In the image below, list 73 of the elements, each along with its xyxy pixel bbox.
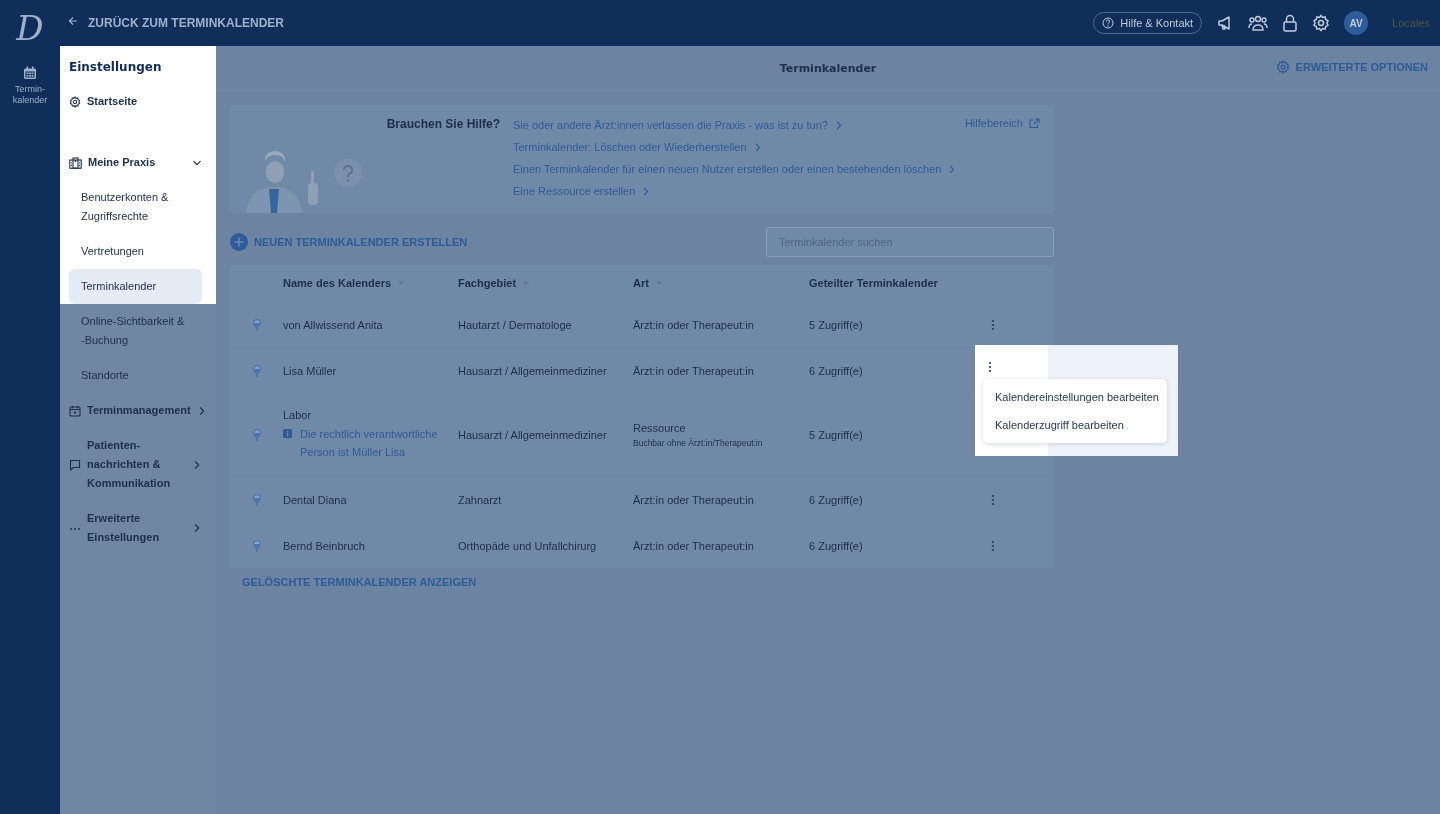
chevron-icon — [835, 121, 842, 130]
table-cell-text: Ärzt:in oder Therapeut:in — [633, 493, 755, 506]
help-icon — [1102, 17, 1115, 29]
chat-icon — [69, 458, 81, 471]
plus-icon — [230, 233, 248, 251]
table-cell-text: Hausarzt / Allgemeinmediziner — [458, 364, 608, 377]
logo: D — [16, 8, 44, 48]
more-options-icon[interactable] — [991, 493, 995, 506]
column-header[interactable]: Geteilter Terminkalender — [809, 277, 975, 289]
table-cell-text: 6 Zugriff(e) — [809, 364, 864, 377]
page-title: Terminkalender — [779, 61, 877, 75]
pin-icon — [252, 364, 261, 377]
calendar-icon — [23, 66, 37, 80]
column-header[interactable]: Name des Kalenders — [283, 277, 458, 289]
sidebar-item[interactable]: Standorte — [69, 358, 202, 393]
back-link[interactable]: ZURÜCK ZUM TERMINKALENDER — [68, 16, 284, 30]
info-icon — [283, 429, 292, 438]
sidebar-title: Einstellungen — [60, 46, 216, 84]
chevron-icon — [949, 165, 956, 174]
more-options-icon[interactable] — [991, 318, 995, 331]
calendar-icon — [69, 404, 81, 417]
rail-nav-item[interactable]: Termin-kalender — [8, 66, 52, 106]
settings-icon — [1275, 60, 1290, 74]
table-cell-text: Bernd Beinbruch — [283, 539, 366, 552]
table-cell-text: 6 Zugriff(e) — [809, 539, 864, 552]
column-header[interactable]: Art — [633, 277, 809, 289]
back-arrow-icon — [68, 16, 78, 26]
sidebar-section[interactable]: Erweiterte Einstellungen — [69, 501, 202, 555]
table-cell-text: 6 Zugriff(e) — [809, 493, 864, 506]
pin-icon — [252, 318, 261, 331]
building-icon — [69, 156, 82, 169]
help-link[interactable]: Eine Ressource erstellen — [513, 183, 956, 199]
type-note: Buchbar ohne Ärzt:in/Therapeut:in — [633, 438, 764, 448]
chevron-icon — [643, 187, 650, 196]
sidebar-section[interactable]: Patienten-nachrichten & Kommunikation — [69, 428, 202, 501]
table-cell-text: Ressource — [633, 422, 687, 434]
table-cell-text: Lisa Müller — [283, 364, 338, 377]
table-cell-text: Orthopäde und Unfallchirurg — [458, 539, 598, 552]
pin-icon — [252, 539, 261, 552]
table-cell-text: Dental Diana — [283, 493, 348, 506]
help-link[interactable]: Terminkalender: Löschen oder Wiederherstellen — [513, 139, 956, 155]
external-link-icon — [1029, 117, 1040, 129]
help-link[interactable]: Einen Terminkalender für einen neuen Nutzer erstellen oder einen bestehenden löschen — [513, 161, 956, 177]
table-cell-text: Labor — [283, 409, 313, 421]
pin-icon — [252, 429, 261, 441]
user-avatar[interactable]: AV — [1344, 11, 1369, 35]
help-link[interactable]: Sie oder andere Ärzt:innen verlassen die Praxis - was ist zu tun? — [513, 117, 956, 133]
table-cell-text: Zahnarzt — [458, 493, 503, 506]
sidebar-item[interactable]: Online-Sichtbarkeit & -Buchung — [69, 304, 202, 358]
settings-icon[interactable] — [1312, 14, 1331, 32]
more-options-icon[interactable] — [991, 539, 995, 552]
table-cell-text: Hautarzt / Dermatologe — [458, 318, 573, 331]
table-cell-text: Ärzt:in oder Therapeut:in — [633, 364, 755, 377]
table-cell-text: von Allwissend Anita — [283, 318, 384, 331]
help-heading: Brauchen Sie Hilfe? — [386, 117, 500, 131]
chevron-icon — [754, 143, 761, 152]
table-cell-text: 5 Zugriff(e) — [809, 318, 864, 331]
table-cell-text: 5 Zugriff(e) — [809, 429, 864, 441]
more-options-icon[interactable] — [988, 360, 992, 373]
sidebar-item[interactable]: Terminkalender — [69, 269, 202, 304]
menu-item[interactable]: Kalenderzugriff bearbeiten — [983, 410, 1167, 439]
responsible-person-link[interactable]: Die rechtlich verantwortliche Person ist Müller Lisa — [300, 425, 440, 461]
users-icon[interactable] — [1248, 14, 1269, 32]
sidebar-section[interactable]: Terminmanagement — [69, 393, 202, 428]
pin-icon — [252, 493, 261, 506]
table-cell-text: Ärzt:in oder Therapeut:in — [633, 318, 755, 331]
table-cell-text: Hausarzt / Allgemeinmediziner — [458, 429, 608, 441]
column-header[interactable]: Fachgebiet — [458, 277, 633, 289]
menu-item[interactable]: Kalendereinstellungen bearbeiten — [983, 382, 1167, 411]
help-area-link[interactable]: Hilfebereich — [964, 117, 1040, 129]
table-cell-text: Ärzt:in oder Therapeut:in — [633, 539, 755, 552]
lock-icon[interactable] — [1282, 14, 1299, 32]
gear-icon — [69, 95, 81, 108]
